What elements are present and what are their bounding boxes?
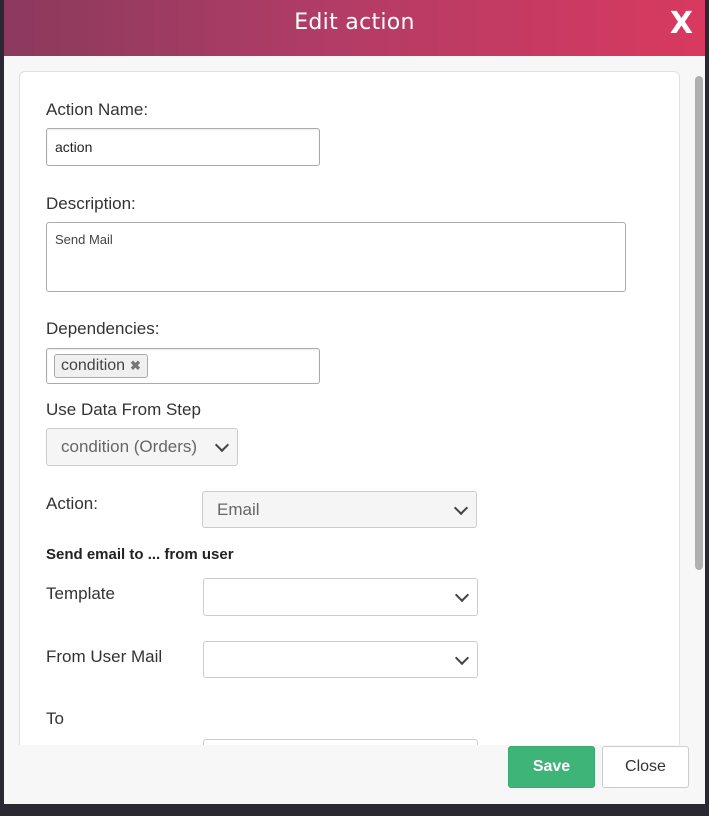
send-email-heading: Send email to ... from user	[46, 546, 234, 563]
modal-title: Edit action	[294, 10, 415, 35]
template-select[interactable]	[203, 578, 478, 616]
edit-action-modal: Edit action X Action Name: Description: …	[4, 0, 705, 804]
remove-tag-icon[interactable]: ✖	[130, 358, 141, 373]
dependency-tag: condition ✖	[54, 354, 148, 378]
action-name-input[interactable]	[46, 128, 320, 166]
to-label: To	[46, 709, 64, 728]
from-user-mail-label: From User Mail	[46, 647, 163, 666]
chevron-down-icon	[454, 650, 470, 665]
modal-footer: Save Close	[4, 745, 705, 804]
chevron-down-icon	[454, 587, 470, 603]
chevron-down-icon	[453, 500, 469, 515]
action-name-label: Action Name:	[46, 100, 149, 119]
form-panel: Action Name: Description: Send Mail Depe…	[19, 71, 680, 777]
dependencies-input[interactable]: condition ✖	[46, 348, 320, 384]
action-select[interactable]: Email	[202, 491, 477, 528]
save-button[interactable]: Save	[508, 746, 595, 788]
scrollbar-thumb[interactable]	[695, 76, 703, 570]
use-data-value: condition (Orders)	[61, 437, 198, 456]
dependencies-label: Dependencies:	[46, 319, 160, 338]
template-label: Template	[46, 584, 115, 603]
description-label: Description:	[46, 194, 136, 213]
chevron-down-icon	[214, 437, 230, 453]
modal-header: Edit action X	[4, 0, 705, 56]
close-button[interactable]: Close	[602, 746, 689, 788]
close-icon[interactable]: X	[670, 6, 693, 42]
action-label: Action:	[46, 494, 98, 513]
description-text: Send Mail	[55, 232, 113, 247]
use-data-label: Use Data From Step	[46, 400, 201, 419]
description-textarea[interactable]: Send Mail	[46, 222, 626, 292]
from-user-mail-select[interactable]	[203, 641, 478, 678]
scrollbar[interactable]	[693, 70, 705, 745]
action-value: Email	[217, 500, 260, 519]
modal-body: Action Name: Description: Send Mail Depe…	[4, 56, 705, 777]
dependency-tag-label: condition	[61, 357, 126, 374]
use-data-select[interactable]: condition (Orders)	[46, 428, 238, 466]
